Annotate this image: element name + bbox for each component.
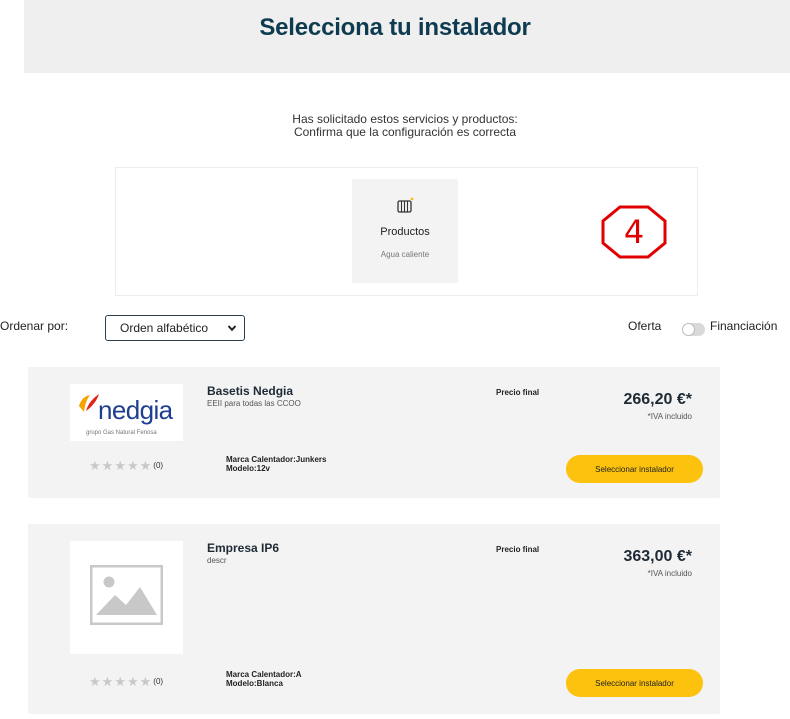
product-card: Productos Agua caliente	[352, 179, 458, 283]
heater-brand: Marca Calentador:Junkers	[226, 455, 327, 464]
star-rating: ★★★★★(0)	[89, 674, 163, 690]
nedgia-wordmark: nedgia	[98, 395, 173, 425]
select-installer-button[interactable]: Seleccionar instalador	[566, 455, 703, 483]
heater-model: Modelo:Blanca	[226, 679, 283, 688]
star-icon: ★	[139, 458, 153, 473]
installer-description: EEII para todas las CCOO	[207, 399, 301, 408]
star-icon: ★	[139, 674, 153, 689]
installer-price: 363,00 €*	[623, 548, 692, 565]
star-icon: ★	[89, 674, 102, 689]
star-icon: ★	[114, 674, 127, 689]
heater-model: Modelo:12v	[226, 464, 271, 473]
star-icon: ★	[126, 674, 140, 689]
financing-label: Financiación	[710, 319, 778, 333]
installer-card: nedgia grupo Gas Natural Fenosa Basetis …	[28, 367, 720, 498]
sort-select[interactable]: Orden alfabético	[105, 315, 245, 341]
installer-logo: nedgia grupo Gas Natural Fenosa	[70, 384, 183, 441]
star-icon: ★	[114, 458, 127, 473]
installer-attributes: Marca Calentador:Junkers Modelo:12v	[226, 455, 326, 473]
price-label: Precio final	[496, 545, 540, 554]
tax-note: *IVA incluido	[647, 569, 692, 578]
financing-toggle[interactable]	[682, 323, 705, 336]
installer-attributes: Marca Calentador:A Modelo:Blanca	[226, 670, 302, 688]
intro-line-2: Confirma que la configuración es correct…	[293, 125, 517, 139]
select-installer-button[interactable]: Seleccionar instalador	[566, 669, 703, 697]
star-icon: ★	[89, 458, 102, 473]
heater-brand: Marca Calentador:A	[226, 670, 302, 679]
product-title: Productos	[380, 226, 430, 238]
step-marker: 4	[598, 204, 670, 260]
toggle-knob	[682, 323, 695, 336]
page-title: Selecciona tu instalador	[259, 14, 531, 41]
star-icon: ★	[101, 458, 115, 473]
installer-name: Basetis Nedgia	[207, 384, 294, 398]
installer-logo	[70, 541, 183, 654]
step-number: 4	[623, 213, 645, 251]
chevron-down-icon	[227, 325, 237, 332]
product-subtitle: Agua caliente	[380, 250, 430, 259]
nedgia-tagline: grupo Gas Natural Fenosa	[86, 430, 157, 436]
star-icon: ★	[126, 458, 140, 473]
image-placeholder-icon	[90, 565, 163, 625]
installer-price: 266,20 €*	[623, 391, 692, 408]
installer-description: descr	[207, 556, 227, 565]
installer-name: Empresa IP6	[207, 541, 280, 555]
tax-note: *IVA incluido	[647, 412, 692, 421]
star-icon: ★	[101, 674, 115, 689]
radiator-icon	[397, 197, 414, 213]
installer-card: Empresa IP6 descr Precio final 363,00 €*…	[28, 524, 720, 714]
rating-count: (0)	[153, 677, 164, 686]
price-label: Precio final	[496, 388, 540, 397]
offer-label: Oferta	[628, 319, 662, 333]
star-rating: ★★★★★(0)	[89, 458, 163, 474]
sort-selected-value: Orden alfabético	[120, 321, 209, 335]
rating-count: (0)	[153, 461, 164, 470]
intro-text: Has solicitado estos servicios y product…	[200, 113, 610, 139]
sort-label: Ordenar por:	[0, 319, 69, 333]
